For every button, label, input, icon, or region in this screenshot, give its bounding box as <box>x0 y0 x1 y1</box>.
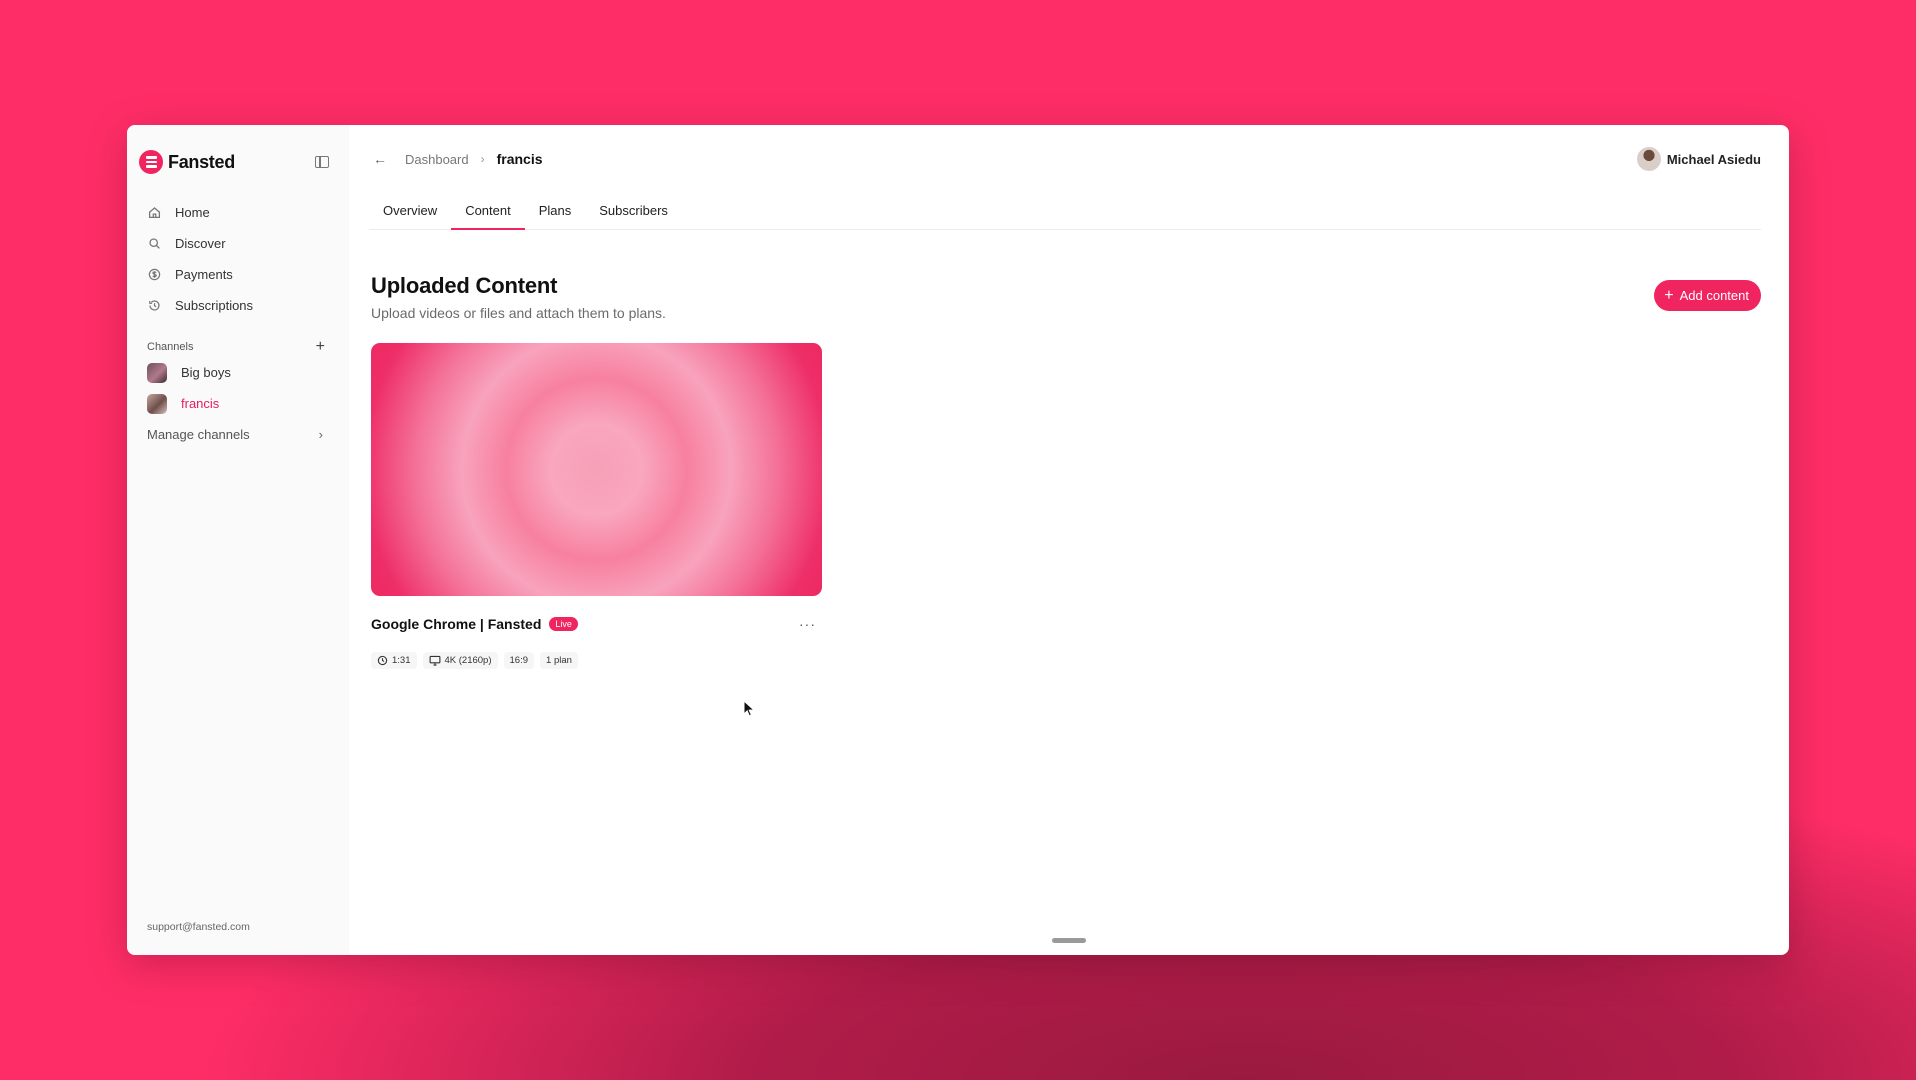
arrow-left-icon[interactable]: ← <box>373 151 387 167</box>
duration-value: 1:31 <box>392 655 411 666</box>
history-icon <box>147 299 161 313</box>
brand-name[interactable]: Fansted <box>168 152 235 173</box>
sidebar-item-channel-francis[interactable]: francis <box>139 388 329 419</box>
plus-icon: + <box>1664 286 1674 304</box>
channel-label: francis <box>181 396 220 411</box>
add-content-label: Add content <box>1679 288 1749 303</box>
tab-content[interactable]: Content <box>451 191 525 230</box>
topbar: ← Dashboard › francis Michael Asiedu <box>349 141 1789 177</box>
sidebar-toggle-icon[interactable] <box>315 156 329 168</box>
page-title: Uploaded Content <box>371 273 558 298</box>
main-content: ← Dashboard › francis Michael Asiedu Ove… <box>349 125 1789 955</box>
sidebar-item-home[interactable]: Home <box>139 197 329 228</box>
sidebar-nav: Home Discover Payments Subscriptions <box>139 197 329 321</box>
clock-icon <box>377 655 388 666</box>
manage-channels-link[interactable]: Manage channels › <box>139 419 329 450</box>
page-subtitle: Upload videos or files and attach them t… <box>371 305 666 321</box>
support-email[interactable]: support@fansted.com <box>147 921 250 933</box>
sidebar-item-payments[interactable]: Payments <box>139 259 329 290</box>
home-icon <box>147 206 161 220</box>
chevron-right-icon: › <box>480 152 485 166</box>
card-title-row: Google Chrome | Fansted Live ··· <box>371 616 822 632</box>
status-badge: Live <box>549 617 578 631</box>
tab-overview[interactable]: Overview <box>369 191 451 229</box>
search-icon <box>147 237 161 251</box>
user-name: Michael Asiedu <box>1666 151 1761 167</box>
monitor-icon <box>429 655 440 666</box>
content-header: Uploaded Content Upload videos or files … <box>371 273 1761 321</box>
aspect-badge: 16:9 <box>503 652 535 669</box>
manage-channels-label: Manage channels <box>147 427 250 442</box>
resolution-badge: 4K (2160p) <box>422 652 498 669</box>
fansted-logo-icon[interactable] <box>139 150 163 174</box>
more-options-icon[interactable]: ··· <box>799 616 816 632</box>
channels-header: Channels + <box>139 337 329 357</box>
user-menu[interactable]: Michael Asiedu <box>1636 147 1761 171</box>
add-content-button[interactable]: + Add content <box>1654 280 1761 311</box>
brand: Fansted <box>139 149 329 175</box>
breadcrumb-dashboard[interactable]: Dashboard <box>405 152 469 167</box>
avatar <box>147 393 167 414</box>
tab-subscribers[interactable]: Subscribers <box>585 191 682 229</box>
sidebar-item-subscriptions[interactable]: Subscriptions <box>139 290 329 321</box>
avatar <box>147 362 167 383</box>
avatar <box>1636 147 1661 171</box>
content-card[interactable]: Google Chrome | Fansted Live ··· 1:31 4K… <box>371 343 822 669</box>
breadcrumb-current: francis <box>496 151 543 167</box>
sidebar-item-label: Payments <box>175 267 233 282</box>
sidebar-item-label: Subscriptions <box>175 298 254 313</box>
video-thumbnail[interactable] <box>371 343 822 596</box>
sidebar-item-label: Home <box>175 205 210 220</box>
dollar-icon <box>147 268 161 282</box>
sidebar-item-channel-big-boys[interactable]: Big boys <box>139 357 329 388</box>
chevron-right-icon: › <box>318 427 323 442</box>
duration-badge: 1:31 <box>371 652 417 669</box>
tab-bar: Overview Content Plans Subscribers <box>369 191 1761 230</box>
tab-plans[interactable]: Plans <box>525 191 586 229</box>
sidebar-item-discover[interactable]: Discover <box>139 228 329 259</box>
resize-handle[interactable] <box>1052 938 1086 943</box>
sidebar: Fansted Home Discover Payments Subscript… <box>127 125 349 955</box>
app-window: Fansted Home Discover Payments Subscript… <box>127 125 1789 955</box>
cursor-icon <box>743 700 755 717</box>
add-channel-icon[interactable]: + <box>316 339 329 355</box>
content-title: Google Chrome | Fansted <box>371 616 542 632</box>
content-meta: 1:31 4K (2160p) 16:9 1 plan <box>371 652 822 669</box>
resolution-value: 4K (2160p) <box>444 655 492 666</box>
sidebar-item-label: Discover <box>175 236 226 251</box>
channels-label: Channels <box>147 341 194 353</box>
channel-label: Big boys <box>181 365 231 380</box>
plans-badge: 1 plan <box>540 652 578 669</box>
